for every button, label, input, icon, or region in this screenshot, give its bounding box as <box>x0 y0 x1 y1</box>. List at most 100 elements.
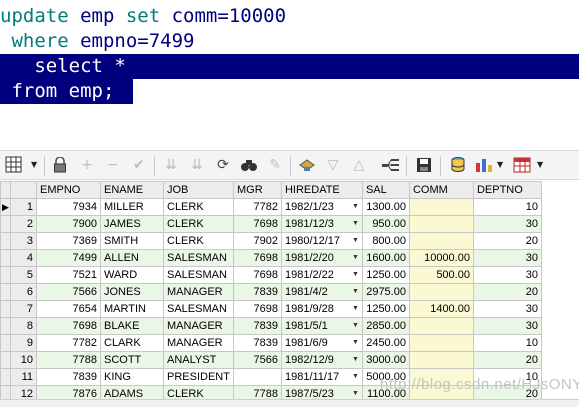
chevron-down-icon[interactable]: ▼ <box>537 154 545 176</box>
cell-job[interactable]: SALESMAN <box>163 249 234 267</box>
cell-mgr[interactable]: 7566 <box>232 351 282 369</box>
cell-job[interactable]: CLERK <box>163 215 234 233</box>
delete-row-icon[interactable]: − <box>103 154 123 176</box>
table-row[interactable]: 9 7782 CLARK MANAGER 7839 1981/6/9 ▼ 2450.00 10 <box>0 334 542 352</box>
post-icon[interactable]: ✔ <box>129 154 149 176</box>
cell-mgr[interactable]: 7782 <box>232 198 282 216</box>
table-row[interactable]: 5 7521 WARD SALESMAN 7698 1981/2/22 ▼ 1250.00 50… <box>0 266 542 284</box>
cell-hiredate[interactable]: 1981/11/17 ▼ <box>280 368 363 386</box>
cell-hiredate[interactable]: 1982/1/23 ▼ <box>280 198 363 216</box>
date-dropdown-icon[interactable]: ▼ <box>352 251 359 266</box>
cell-deptno[interactable]: 20 <box>472 232 542 250</box>
column-header-sal[interactable]: SAL <box>361 181 410 199</box>
cell-deptno[interactable]: 30 <box>472 300 542 318</box>
date-dropdown-icon[interactable]: ▼ <box>352 370 359 385</box>
cell-hiredate[interactable]: 1982/12/9 ▼ <box>280 351 363 369</box>
cell-empno[interactable]: 7839 <box>36 368 101 386</box>
cell-job[interactable]: PRESIDENT <box>163 368 234 386</box>
cell-empno[interactable]: 7934 <box>36 198 101 216</box>
cell-ename[interactable]: SCOTT <box>100 351 164 369</box>
date-dropdown-icon[interactable]: ▼ <box>352 353 359 368</box>
cell-empno[interactable]: 7654 <box>36 300 101 318</box>
cell-job[interactable]: MANAGER <box>163 283 234 301</box>
row-number[interactable]: 6 <box>10 283 37 301</box>
cell-ename[interactable]: BLAKE <box>100 317 164 335</box>
column-header-mgr[interactable]: MGR <box>232 181 282 199</box>
cell-mgr[interactable]: 7902 <box>232 232 282 250</box>
cell-empno[interactable]: 7900 <box>36 215 101 233</box>
find-icon[interactable] <box>239 154 259 176</box>
cell-empno[interactable]: 7566 <box>36 283 101 301</box>
cell-job[interactable]: MANAGER <box>163 317 234 335</box>
cell-empno[interactable]: 7499 <box>36 249 101 267</box>
cell-job[interactable]: MANAGER <box>163 334 234 352</box>
cell-empno[interactable]: 7782 <box>36 334 101 352</box>
chevron-down-icon[interactable]: ▼ <box>31 154 39 176</box>
column-header-empno[interactable]: EMPNO <box>36 181 101 199</box>
cell-job[interactable]: SALESMAN <box>163 300 234 318</box>
row-number[interactable]: 10 <box>10 351 37 369</box>
cell-comm[interactable] <box>408 351 474 369</box>
cell-mgr[interactable] <box>232 368 282 386</box>
cell-hiredate[interactable]: 1981/2/20 ▼ <box>280 249 363 267</box>
table-row[interactable]: 3 7369 SMITH CLERK 7902 1980/12/17 ▼ 800.00 20 <box>0 232 542 250</box>
row-number[interactable]: 9 <box>10 334 37 352</box>
filter-down-icon[interactable]: ⇊ <box>161 154 181 176</box>
cell-hiredate[interactable]: 1981/5/1 ▼ <box>280 317 363 335</box>
cell-ename[interactable]: JAMES <box>100 215 164 233</box>
cell-comm[interactable] <box>408 215 474 233</box>
table-row[interactable]: 6 7566 JONES MANAGER 7839 1981/4/2 ▼ 2975.00 20 <box>0 283 542 301</box>
cell-mgr[interactable]: 7839 <box>232 317 282 335</box>
cell-deptno[interactable]: 30 <box>472 317 542 335</box>
cell-ename[interactable]: MARTIN <box>100 300 164 318</box>
date-dropdown-icon[interactable]: ▼ <box>352 200 359 215</box>
cell-mgr[interactable]: 7698 <box>232 249 282 267</box>
table-row[interactable]: 4 7499 ALLEN SALESMAN 7698 1981/2/20 ▼ 1600.00 1… <box>0 249 542 267</box>
row-number[interactable]: 1 <box>10 198 37 216</box>
date-dropdown-icon[interactable]: ▼ <box>352 285 359 300</box>
cell-ename[interactable]: ALLEN <box>100 249 164 267</box>
sort-desc-icon[interactable]: ▽ <box>323 154 343 176</box>
clear-icon[interactable]: ✎ <box>265 154 285 176</box>
date-dropdown-icon[interactable]: ▼ <box>352 234 359 249</box>
column-header-comm[interactable]: COMM <box>408 181 474 199</box>
cell-comm[interactable] <box>408 283 474 301</box>
cell-hiredate[interactable]: 1981/9/28 ▼ <box>280 300 363 318</box>
grid-view-icon[interactable] <box>4 154 24 176</box>
column-header-deptno[interactable]: DEPTNO <box>472 181 542 199</box>
cell-sal[interactable]: 3000.00 <box>361 351 410 369</box>
cell-deptno[interactable]: 10 <box>472 198 542 216</box>
cell-sal[interactable]: 800.00 <box>361 232 410 250</box>
date-dropdown-icon[interactable]: ▼ <box>352 302 359 317</box>
cell-comm[interactable]: 1400.00 <box>408 300 474 318</box>
table-row[interactable]: 10 7788 SCOTT ANALYST 7566 1982/12/9 ▼ 3000.00 2… <box>0 351 542 369</box>
refresh-icon[interactable]: ⟳ <box>213 154 233 176</box>
row-number[interactable]: 8 <box>10 317 37 335</box>
cell-hiredate[interactable]: 1981/12/3 ▼ <box>280 215 363 233</box>
row-number[interactable]: 7 <box>10 300 37 318</box>
cell-comm[interactable] <box>408 334 474 352</box>
cell-hiredate[interactable]: 1981/2/22 ▼ <box>280 266 363 284</box>
row-number[interactable]: 4 <box>10 249 37 267</box>
cell-ename[interactable]: KING <box>100 368 164 386</box>
cell-mgr[interactable]: 7698 <box>232 266 282 284</box>
save-icon[interactable] <box>414 154 434 176</box>
cell-deptno[interactable]: 30 <box>472 249 542 267</box>
table-row[interactable]: ▶ 1 7934 MILLER CLERK 7782 1982/1/23 ▼ 1300.00 10 <box>0 198 542 216</box>
cell-deptno[interactable]: 30 <box>472 266 542 284</box>
cell-comm[interactable] <box>408 232 474 250</box>
query-icon[interactable] <box>381 154 401 176</box>
cell-deptno[interactable]: 20 <box>472 283 542 301</box>
cell-sal[interactable]: 1600.00 <box>361 249 410 267</box>
cell-sal[interactable]: 1250.00 <box>361 300 410 318</box>
row-number[interactable]: 11 <box>10 368 37 386</box>
cell-mgr[interactable]: 7839 <box>232 334 282 352</box>
cell-sal[interactable]: 950.00 <box>361 215 410 233</box>
cell-job[interactable]: CLERK <box>163 198 234 216</box>
cell-deptno[interactable]: 20 <box>472 351 542 369</box>
cell-sal[interactable]: 1250.00 <box>361 266 410 284</box>
cell-mgr[interactable]: 7698 <box>232 215 282 233</box>
cell-empno[interactable]: 7521 <box>36 266 101 284</box>
add-row-icon[interactable]: + <box>77 154 97 176</box>
sort-asc-icon[interactable]: △ <box>349 154 369 176</box>
